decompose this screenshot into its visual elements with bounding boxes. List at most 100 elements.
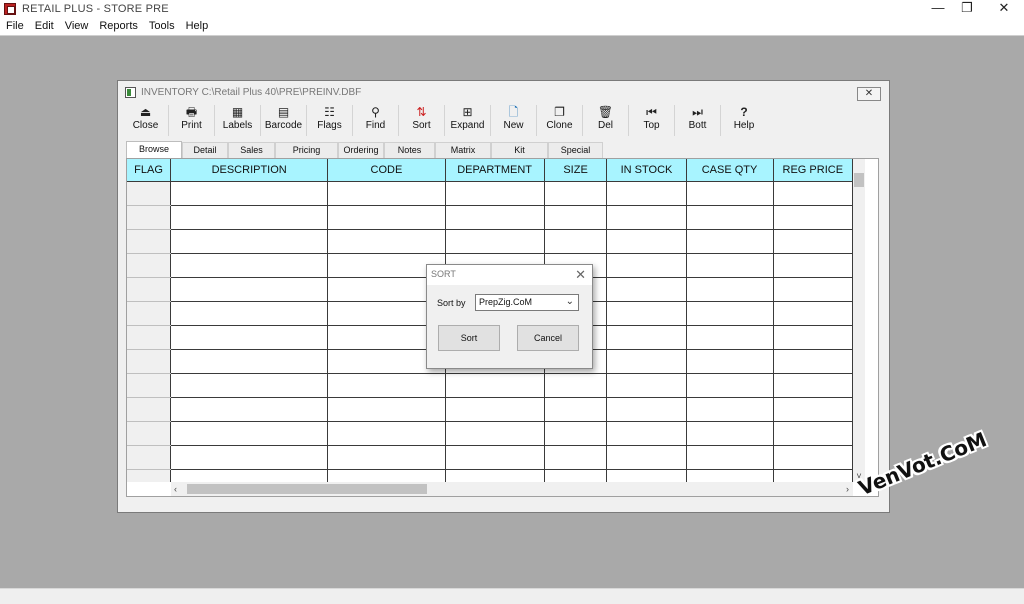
table-cell[interactable] <box>773 253 853 278</box>
tab-special[interactable]: Special <box>548 142 603 158</box>
column-header-flag[interactable]: FLAG <box>127 159 172 182</box>
menu-edit[interactable]: Edit <box>29 20 59 32</box>
column-header-reg-price[interactable]: REG PRICE <box>773 159 853 182</box>
table-cell[interactable] <box>686 445 774 470</box>
table-cell[interactable] <box>606 325 687 350</box>
table-cell[interactable] <box>606 397 687 422</box>
table-cell[interactable] <box>606 181 687 206</box>
table-cell[interactable] <box>544 445 608 470</box>
menu-reports[interactable]: Reports <box>93 20 143 32</box>
table-cell[interactable] <box>686 229 774 254</box>
tab-browse[interactable]: Browse <box>126 141 182 158</box>
table-cell[interactable] <box>327 181 446 206</box>
table-cell[interactable] <box>170 373 329 398</box>
row-flag-cell[interactable] <box>127 277 172 302</box>
table-cell[interactable] <box>773 397 853 422</box>
tab-ordering[interactable]: Ordering <box>338 142 384 158</box>
menu-file[interactable]: File <box>0 20 29 32</box>
table-cell[interactable] <box>773 373 853 398</box>
table-cell[interactable] <box>544 181 608 206</box>
table-cell[interactable] <box>327 373 446 398</box>
table-cell[interactable] <box>686 349 774 374</box>
table-cell[interactable] <box>170 181 329 206</box>
tab-kit[interactable]: Kit <box>491 142 548 158</box>
scroll-left-icon[interactable]: ‹ <box>174 482 184 496</box>
table-cell[interactable] <box>544 373 608 398</box>
table-cell[interactable] <box>445 445 545 470</box>
table-cell[interactable] <box>170 301 329 326</box>
table-cell[interactable] <box>773 421 853 446</box>
row-flag-cell[interactable] <box>127 205 172 230</box>
table-cell[interactable] <box>773 349 853 374</box>
cancel-button[interactable]: Cancel <box>517 325 579 351</box>
row-flag-cell[interactable] <box>127 469 172 482</box>
row-flag-cell[interactable] <box>127 253 172 278</box>
sort-by-select[interactable]: PrepZig.CoM ⌄ <box>475 294 579 311</box>
table-cell[interactable] <box>686 181 774 206</box>
close-window-button[interactable]: ✕ <box>986 0 1022 18</box>
table-cell[interactable] <box>170 205 329 230</box>
row-flag-cell[interactable] <box>127 181 172 206</box>
table-cell[interactable] <box>686 469 774 482</box>
table-row[interactable] <box>127 397 853 422</box>
table-cell[interactable] <box>445 205 545 230</box>
delete-button[interactable]: 🗑 Del <box>583 105 629 136</box>
table-cell[interactable] <box>170 349 329 374</box>
close-button[interactable]: ⏏ Close <box>123 105 169 136</box>
tab-matrix[interactable]: Matrix <box>435 142 491 158</box>
table-cell[interactable] <box>773 277 853 302</box>
table-cell[interactable] <box>773 325 853 350</box>
row-flag-cell[interactable] <box>127 301 172 326</box>
table-cell[interactable] <box>686 301 774 326</box>
barcode-button[interactable]: ▤ Barcode <box>261 105 307 136</box>
table-cell[interactable] <box>544 397 608 422</box>
row-flag-cell[interactable] <box>127 349 172 374</box>
table-cell[interactable] <box>170 253 329 278</box>
table-cell[interactable] <box>445 421 545 446</box>
table-cell[interactable] <box>327 205 446 230</box>
table-cell[interactable] <box>773 229 853 254</box>
expand-button[interactable]: ⊞ Expand <box>445 105 491 136</box>
table-cell[interactable] <box>606 277 687 302</box>
column-header-description[interactable]: DESCRIPTION <box>170 159 329 182</box>
table-cell[interactable] <box>544 229 608 254</box>
bottom-button[interactable]: ⏭ Bott <box>675 105 721 136</box>
table-cell[interactable] <box>606 373 687 398</box>
table-cell[interactable] <box>170 445 329 470</box>
tab-sales[interactable]: Sales <box>228 142 275 158</box>
table-cell[interactable] <box>445 229 545 254</box>
row-flag-cell[interactable] <box>127 373 172 398</box>
row-flag-cell[interactable] <box>127 325 172 350</box>
table-cell[interactable] <box>686 205 774 230</box>
table-cell[interactable] <box>686 397 774 422</box>
clone-button[interactable]: ❐ Clone <box>537 105 583 136</box>
table-cell[interactable] <box>170 469 329 482</box>
table-cell[interactable] <box>773 469 853 482</box>
column-header-department[interactable]: DEPARTMENT <box>445 159 545 182</box>
column-header-size[interactable]: SIZE <box>544 159 608 182</box>
horizontal-scrollbar[interactable]: ‹ › <box>171 482 853 496</box>
tab-pricing[interactable]: Pricing <box>275 142 338 158</box>
table-cell[interactable] <box>606 349 687 374</box>
tab-detail[interactable]: Detail <box>182 142 228 158</box>
table-row[interactable] <box>127 373 853 398</box>
column-header-case-qty[interactable]: CASE QTY <box>686 159 774 182</box>
table-cell[interactable] <box>544 205 608 230</box>
table-cell[interactable] <box>606 469 687 482</box>
row-flag-cell[interactable] <box>127 229 172 254</box>
row-flag-cell[interactable] <box>127 397 172 422</box>
table-cell[interactable] <box>170 325 329 350</box>
column-header-code[interactable]: CODE <box>327 159 446 182</box>
new-button[interactable]: 🗋 New <box>491 105 537 136</box>
table-cell[interactable] <box>170 397 329 422</box>
table-cell[interactable] <box>544 469 608 482</box>
sort-button[interactable]: Sort <box>438 325 500 351</box>
table-cell[interactable] <box>544 421 608 446</box>
table-cell[interactable] <box>686 421 774 446</box>
help-button[interactable]: ? Help <box>721 105 767 136</box>
table-cell[interactable] <box>606 253 687 278</box>
menu-help[interactable]: Help <box>180 20 214 32</box>
table-cell[interactable] <box>170 421 329 446</box>
table-cell[interactable] <box>773 445 853 470</box>
table-cell[interactable] <box>445 373 545 398</box>
